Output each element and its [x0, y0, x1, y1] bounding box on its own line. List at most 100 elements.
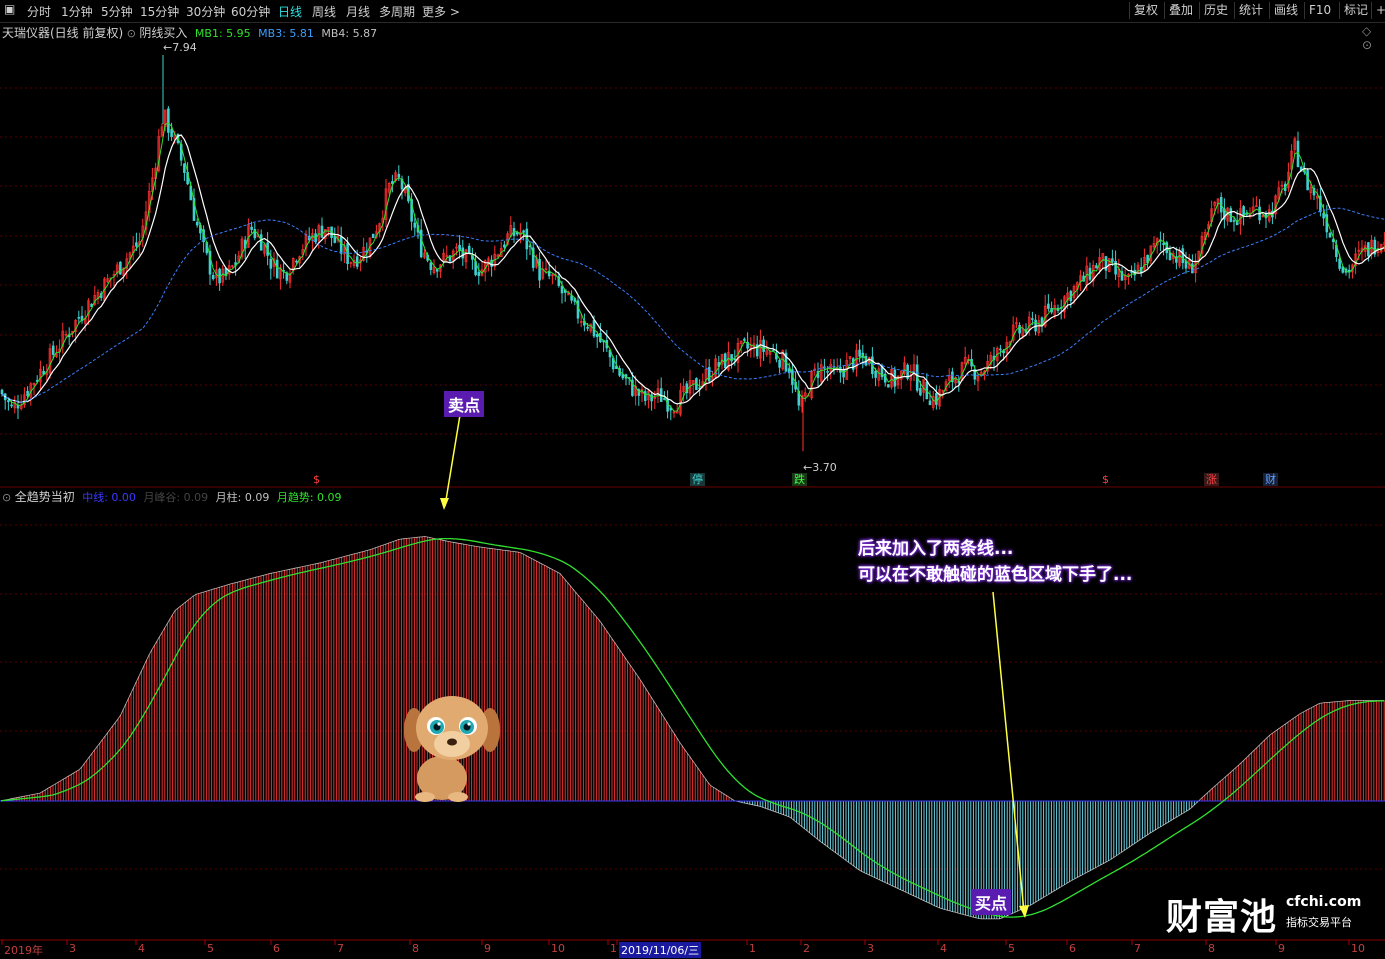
candle-body: [170, 129, 173, 137]
candle-body: [135, 242, 138, 247]
axis-label: 10: [1351, 942, 1365, 955]
candle-body: [183, 163, 186, 173]
candle-body: [1162, 242, 1165, 246]
axis-label: 5: [207, 942, 214, 955]
add-button[interactable]: +: [1371, 2, 1385, 19]
candle-body: [1095, 265, 1098, 269]
candle-body: [355, 256, 359, 267]
window-menu-icon[interactable]: ▣: [4, 2, 15, 16]
candle-body: [211, 275, 215, 280]
axis-label: 9: [1278, 942, 1285, 955]
ma-blue-dashed-line: [1, 207, 1385, 403]
candle-body: [339, 236, 343, 254]
sub-toggle-icon[interactable]: ⊙: [2, 491, 11, 504]
axis-label: 3: [867, 942, 874, 955]
candle-body: [743, 338, 746, 341]
candle-body: [413, 222, 417, 228]
candle-body: [842, 369, 845, 378]
stock-name: 天瑞仪器(日线 前复权): [2, 26, 124, 40]
sell-point-label: 卖点: [444, 391, 485, 417]
main-header: 天瑞仪器(日线 前复权) ⊙ 阴线买入 MB1: 5.95 MB3: 5.81 …: [2, 24, 377, 41]
marker-stop: 停: [690, 473, 705, 486]
marker-rise: 涨: [1204, 473, 1219, 486]
period-tab-multi[interactable]: 多周期: [379, 3, 415, 20]
candle-body: [320, 225, 324, 238]
axis-label: 10: [551, 942, 565, 955]
period-tab-5min[interactable]: 5分钟: [101, 3, 133, 20]
mb1-value: MB1: 5.95: [194, 27, 251, 40]
period-tab-monthly[interactable]: 月线: [346, 3, 370, 20]
candle-body: [595, 334, 599, 338]
candle-body: [26, 390, 29, 397]
watermark-tagline: 指标交易平台: [1286, 916, 1352, 929]
trend-gridlines: [0, 524, 1385, 870]
axis-label: 1: [749, 942, 756, 955]
axis-label: 2019/11/06/三: [619, 942, 702, 958]
candle-body: [1181, 248, 1185, 264]
draw-line-button[interactable]: 画线: [1269, 2, 1302, 19]
indicator-name: 阴线买入: [139, 26, 188, 40]
candle-body: [935, 393, 938, 405]
history-button[interactable]: 历史: [1199, 2, 1232, 19]
axis-label: 2019年: [4, 944, 43, 957]
candle-body: [1031, 318, 1034, 320]
buy-arrow: [992, 591, 1025, 913]
overlay-button[interactable]: 叠加: [1164, 2, 1197, 19]
candle-body: [10, 404, 13, 407]
period-tab-weekly[interactable]: 周线: [312, 3, 336, 20]
candle-body: [778, 360, 781, 368]
statistics-button[interactable]: 统计: [1234, 2, 1267, 19]
candle-body: [826, 370, 829, 373]
f10-button[interactable]: F10: [1304, 2, 1335, 19]
period-tab-1min[interactable]: 1分钟: [61, 3, 93, 20]
mark-button[interactable]: 标记: [1339, 2, 1372, 19]
price-low-label: ←3.70: [803, 461, 837, 474]
axis-label: 6: [273, 942, 280, 955]
mb4-value: MB4: 5.87: [321, 27, 378, 40]
period-toolbar: ▣ 分时 1分钟 5分钟 15分钟 30分钟 60分钟 日线 周线 月线 多周期…: [0, 0, 1385, 23]
indicator-toggle-icon[interactable]: ⊙: [127, 27, 136, 40]
period-tab-daily[interactable]: 日线: [278, 3, 302, 20]
restore-rights-button[interactable]: 复权: [1129, 2, 1162, 19]
axis-label: 8: [412, 942, 419, 955]
note-line-2: 可以在不敢触碰的蓝色区域下手了...: [858, 565, 1133, 585]
period-tab-30min[interactable]: 30分钟: [186, 3, 225, 20]
candle-body: [7, 400, 10, 403]
sell-arrow: [444, 414, 461, 507]
candle-body: [0, 389, 4, 395]
period-tab-15min[interactable]: 15分钟: [140, 3, 179, 20]
candle-body: [16, 405, 20, 409]
candle-body: [119, 261, 122, 275]
candle-body: [503, 244, 506, 248]
yqs-value: 月趋势: 0.09: [276, 491, 342, 504]
period-tab-fenshi[interactable]: 分时: [27, 3, 51, 20]
candle-body: [250, 226, 253, 230]
marker-fall: 跌: [792, 473, 807, 486]
candle-body: [419, 229, 423, 258]
candle-body: [1306, 170, 1309, 191]
candle-body: [295, 260, 298, 263]
candle-body: [733, 358, 737, 361]
candle-body: [887, 384, 890, 388]
note-line-1: 后来加入了两条线...: [858, 539, 1014, 559]
buy-point-label: 买点: [971, 889, 1012, 915]
sub-indicator-name: 全趋势当初: [14, 490, 75, 504]
candle-body: [723, 353, 727, 369]
candle-body: [429, 262, 433, 271]
axis-label: 1: [610, 942, 617, 955]
candle-body: [259, 234, 263, 251]
axis-label: 4: [138, 942, 145, 955]
period-tab-60min[interactable]: 60分钟: [231, 3, 270, 20]
axis-label: 2: [803, 942, 810, 955]
price-high-label: ←7.94: [163, 41, 197, 54]
candle-body: [928, 400, 932, 406]
chart-options-icon[interactable]: ◇ ⊙: [1362, 24, 1385, 52]
period-tab-more[interactable]: 更多 >: [422, 3, 460, 20]
axis-label: 6: [1069, 942, 1076, 955]
candle-body: [269, 258, 273, 269]
watermark-main: 财富池: [1166, 897, 1278, 938]
candle-body: [51, 345, 55, 355]
candle-body: [643, 391, 647, 401]
axis-label: 8: [1208, 942, 1215, 955]
candle-body: [1111, 258, 1114, 263]
